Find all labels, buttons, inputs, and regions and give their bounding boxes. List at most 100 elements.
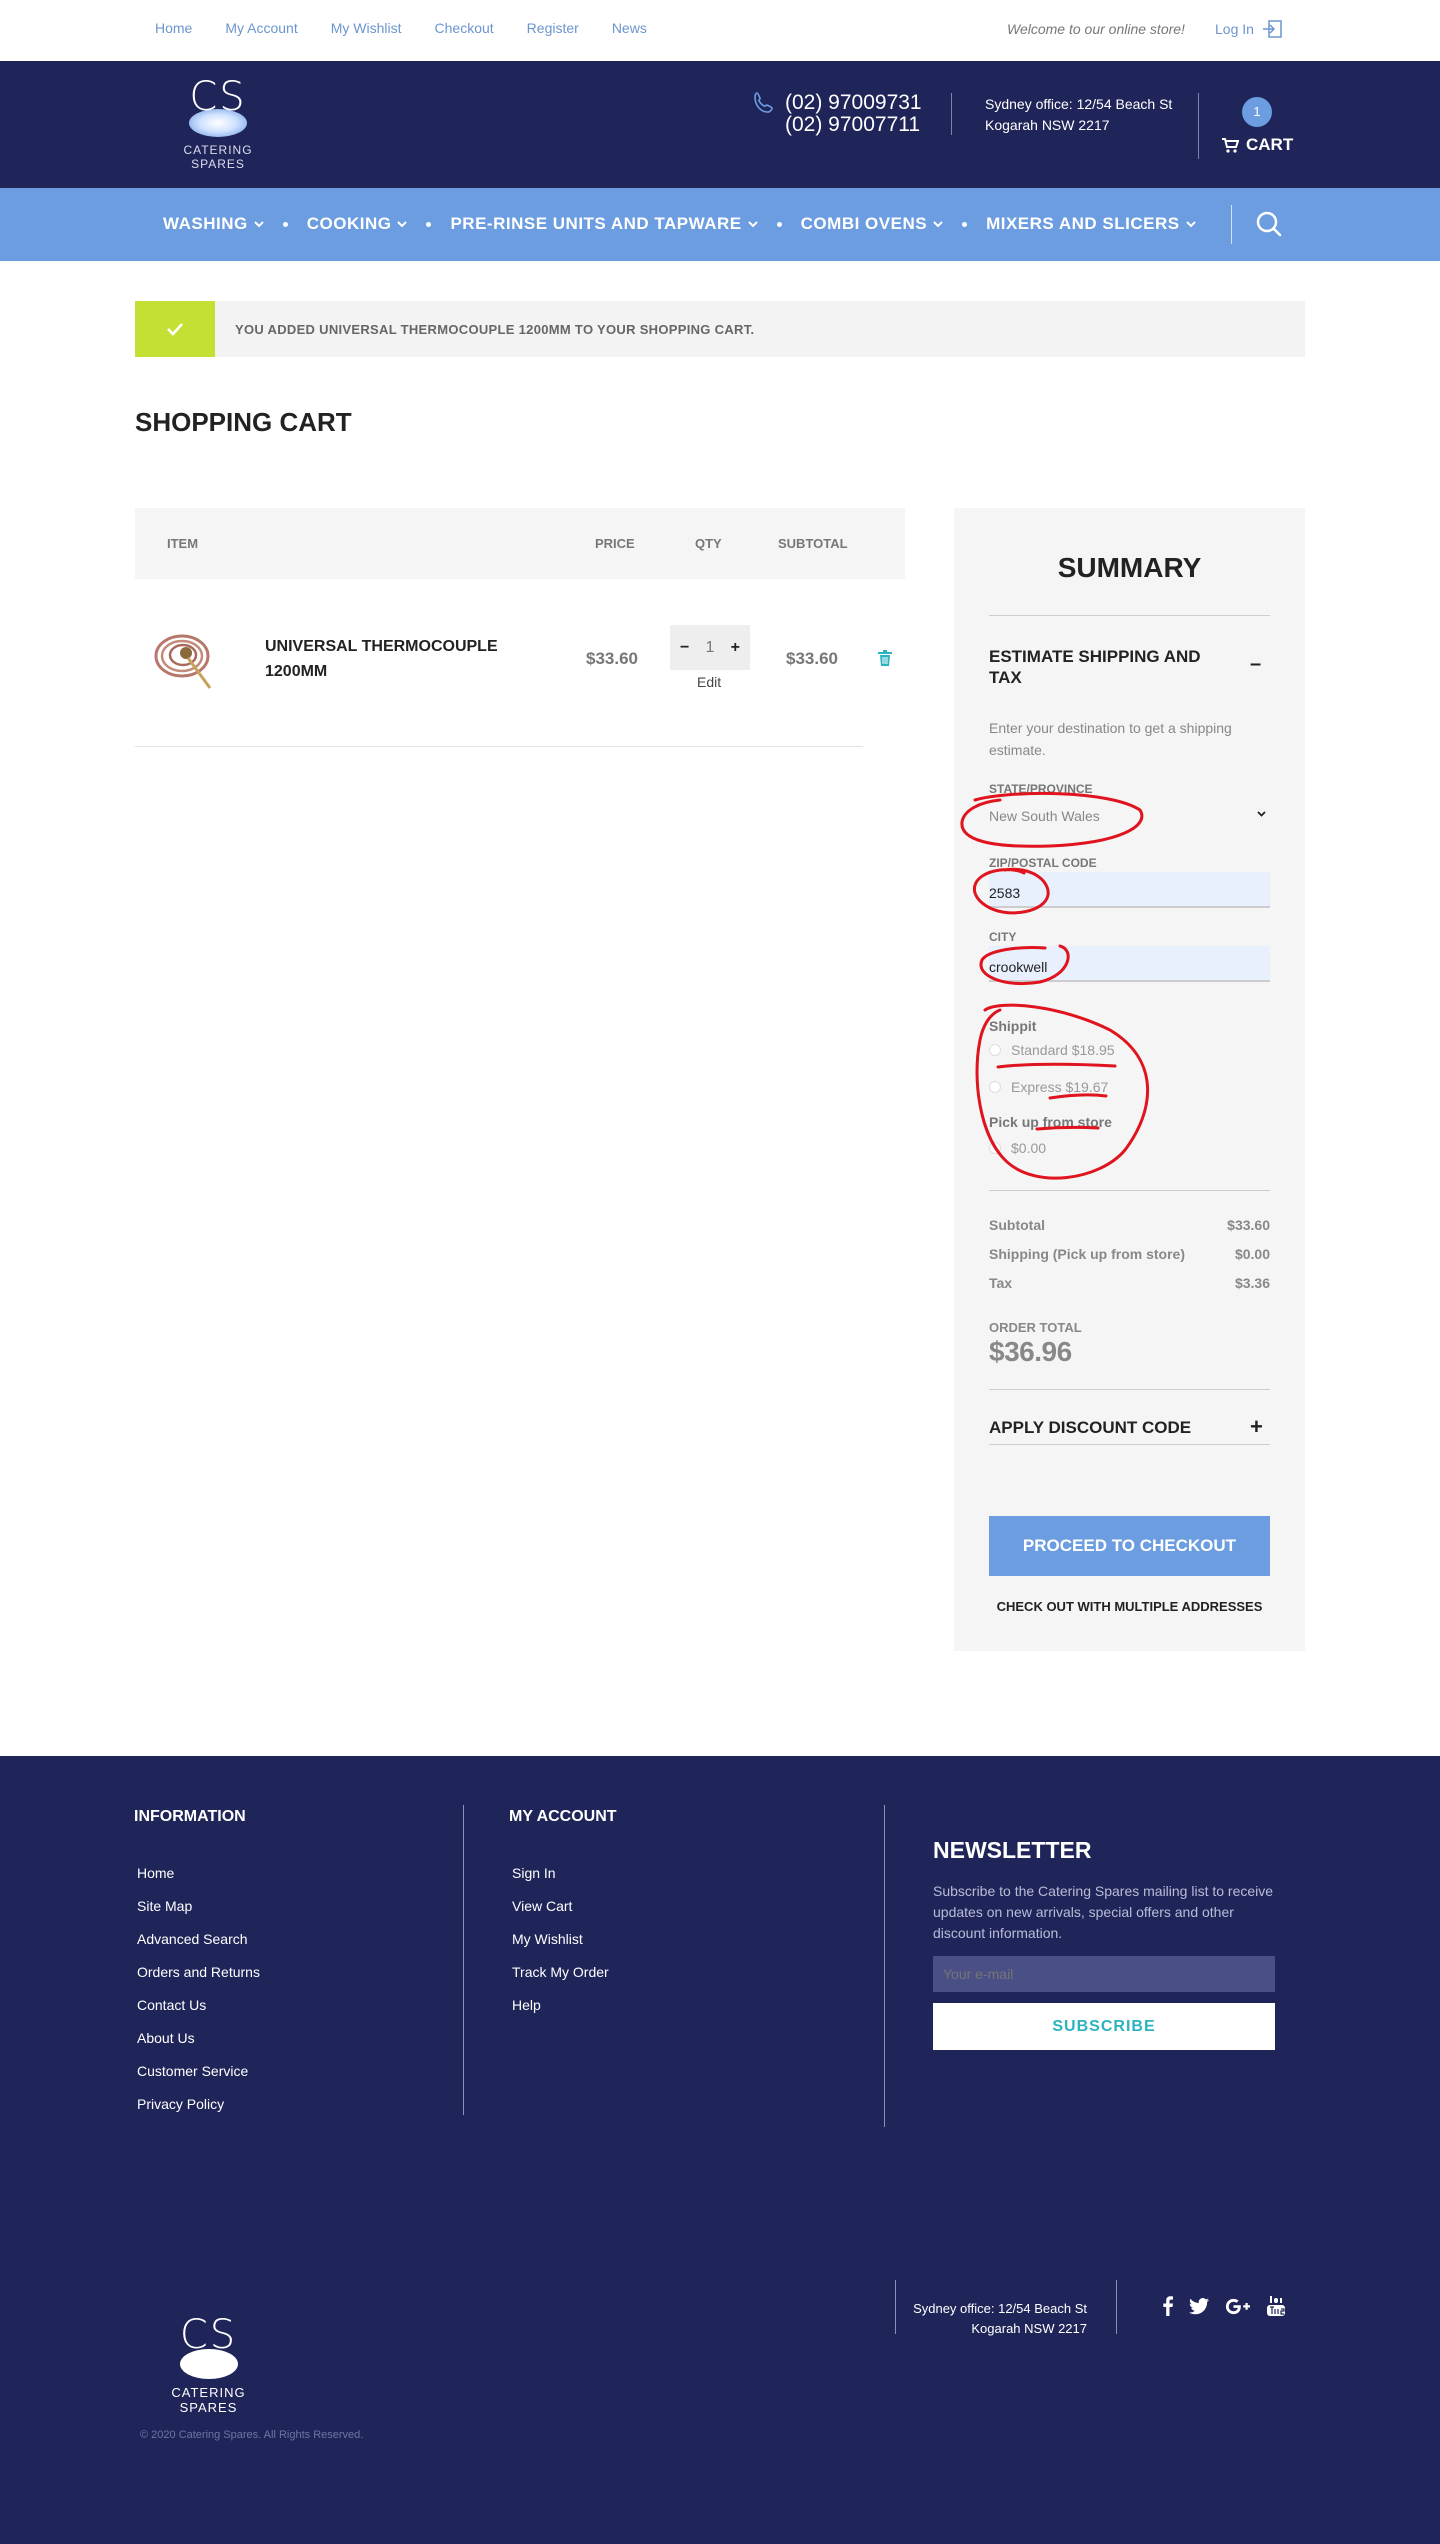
footer-link[interactable]: Contact Us [137, 1997, 260, 2030]
totals-value: $0.00 [1234, 1246, 1270, 1262]
login-icon [1262, 20, 1282, 38]
top-link-my-account[interactable]: My Account [225, 20, 297, 36]
radio-button[interactable] [989, 1044, 1001, 1056]
qty-input[interactable]: 1 [706, 639, 715, 657]
social-links [1163, 2296, 1285, 2316]
cart-count-badge[interactable]: 1 [1242, 97, 1272, 127]
top-link-my-wishlist[interactable]: My Wishlist [331, 20, 402, 36]
order-total-value: $36.96 [989, 1336, 1072, 1367]
top-link-register[interactable]: Register [527, 20, 579, 36]
nav-item-cooking[interactable]: COOKING [307, 214, 408, 234]
newsletter-email-input[interactable] [933, 1956, 1275, 1992]
apply-discount-toggle[interactable]: APPLY DISCOUNT CODE [989, 1418, 1191, 1438]
footer-link[interactable]: Sign In [512, 1865, 609, 1898]
radio-button[interactable] [989, 1142, 1001, 1154]
carrier-shippit: Shippit [989, 1018, 1037, 1034]
search-icon[interactable] [1255, 210, 1283, 238]
state-select[interactable]: New South Wales [989, 799, 1270, 833]
nav-separator-dot [426, 221, 432, 227]
office-line-2: Kogarah NSW 2217 [971, 2321, 1087, 2336]
footer-logo[interactable]: CS CATERING SPARES [146, 2313, 271, 2415]
shipping-option-express[interactable]: Express $19.67 [989, 1079, 1108, 1095]
logo-tagline: CATERING SPARES [183, 143, 253, 171]
phone-number-2[interactable]: (02) 97007711 [785, 114, 922, 136]
success-message-text: YOU ADDED UNIVERSAL THERMOCOUPLE 1200MM … [235, 322, 755, 337]
phone-number-1[interactable]: (02) 97009731 [785, 92, 922, 114]
login-label: Log In [1215, 21, 1254, 37]
chevron-down-icon [397, 220, 408, 228]
footer-link[interactable]: My Wishlist [512, 1931, 609, 1964]
footer-link[interactable]: Customer Service [137, 2063, 260, 2096]
totals-value: $33.60 [1227, 1217, 1270, 1233]
top-links: Home My Account My Wishlist Checkout Reg… [155, 20, 680, 36]
logo-letters: CS [179, 2312, 238, 2358]
summary-divider [989, 1190, 1270, 1191]
totals-label: Shipping (Pick up from store) [989, 1246, 1186, 1262]
footer-link[interactable]: Privacy Policy [137, 2096, 260, 2129]
logo-tagline: CATERING SPARES [171, 2385, 246, 2415]
product-name[interactable]: UNIVERSAL THERMOCOUPLE 1200MM [265, 634, 505, 684]
footer-information-links: Home Site Map Advanced Search Orders and… [137, 1865, 260, 2129]
footer-link[interactable]: Track My Order [512, 1964, 609, 1997]
state-select-value: New South Wales [989, 808, 1100, 824]
collapse-icon[interactable]: – [1250, 653, 1261, 676]
footer-office-address: Sydney office: 12/54 Beach St Kogarah NS… [895, 2299, 1087, 2339]
nav-item-combi-ovens[interactable]: COMBI OVENS [801, 214, 943, 234]
main-navigation: WASHING COOKING PRE-RINSE UNITS AND TAPW… [0, 188, 1440, 261]
option-label: $0.00 [1011, 1140, 1047, 1156]
zip-input[interactable] [989, 872, 1270, 908]
google-plus-icon[interactable] [1225, 2298, 1251, 2315]
option-label: Standard $18.95 [1011, 1042, 1115, 1058]
totals-subtotal-row: Subtotal $33.60 [989, 1217, 1270, 1233]
welcome-message: Welcome to our online store! [1007, 21, 1185, 37]
product-thumbnail[interactable] [150, 628, 220, 698]
footer-link[interactable]: Advanced Search [137, 1931, 260, 1964]
proceed-to-checkout-button[interactable]: PROCEED TO CHECKOUT [989, 1516, 1270, 1576]
footer-link[interactable]: Home [137, 1865, 260, 1898]
page-title: SHOPPING CART [135, 407, 352, 437]
office-address: Sydney office: 12/54 Beach St Kogarah NS… [985, 94, 1172, 136]
footer-divider [884, 1805, 885, 2127]
footer-link[interactable]: Site Map [137, 1898, 260, 1931]
city-input[interactable] [989, 946, 1270, 982]
carrier-pickup: Pick up from store [989, 1114, 1112, 1130]
radio-button[interactable] [989, 1081, 1001, 1093]
nav-item-pre-rinse[interactable]: PRE-RINSE UNITS AND TAPWARE [450, 214, 758, 234]
nav-item-mixers-slicers[interactable]: MIXERS AND SLICERS [986, 214, 1196, 234]
top-link-home[interactable]: Home [155, 20, 192, 36]
cart-label: CART [1246, 135, 1294, 154]
login-link[interactable]: Log In [1215, 20, 1282, 38]
footer-divider [463, 1805, 464, 2115]
subscribe-button[interactable]: SUBSCRIBE [933, 2003, 1275, 2050]
row-divider [135, 746, 863, 747]
chevron-down-icon [1185, 220, 1196, 228]
footer-link[interactable]: Help [512, 1997, 609, 2030]
top-link-checkout[interactable]: Checkout [435, 20, 494, 36]
qty-decrease-button[interactable]: − [680, 639, 689, 657]
quantity-stepper: − 1 + [670, 625, 750, 670]
facebook-icon[interactable] [1163, 2296, 1173, 2316]
totals-label: Tax [989, 1275, 1013, 1291]
multiple-addresses-link[interactable]: CHECK OUT WITH MULTIPLE ADDRESSES [954, 1599, 1305, 1614]
summary-title: SUMMARY [1057, 552, 1202, 583]
shipping-option-pickup[interactable]: $0.00 [989, 1140, 1046, 1156]
footer-divider [1116, 2280, 1117, 2334]
column-header-qty: QTY [695, 536, 722, 551]
footer-link[interactable]: Orders and Returns [137, 1964, 260, 1997]
trash-icon[interactable] [878, 650, 892, 666]
site-logo[interactable]: CS CATERING SPARES [158, 75, 278, 175]
footer-link[interactable]: View Cart [512, 1898, 609, 1931]
edit-item-link[interactable]: Edit [697, 674, 721, 690]
twitter-icon[interactable] [1189, 2297, 1209, 2315]
nav-item-washing[interactable]: WASHING [163, 214, 264, 234]
top-link-news[interactable]: News [612, 20, 647, 36]
expand-icon[interactable]: + [1250, 1414, 1263, 1440]
footer-link[interactable]: About Us [137, 2030, 260, 2063]
cart-link[interactable]: CART [1222, 135, 1293, 155]
qty-increase-button[interactable]: + [731, 639, 740, 657]
option-label: Express $19.67 [1011, 1079, 1109, 1095]
shipping-option-standard[interactable]: Standard $18.95 [989, 1042, 1115, 1058]
estimate-shipping-toggle[interactable]: ESTIMATE SHIPPING AND TAX [989, 646, 1219, 688]
totals-value: $3.36 [1234, 1275, 1270, 1291]
youtube-icon[interactable] [1267, 2296, 1285, 2316]
